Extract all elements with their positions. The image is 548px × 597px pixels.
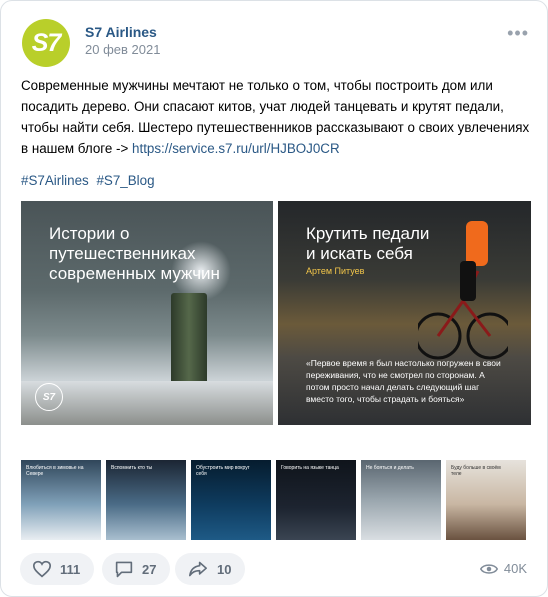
thumbnail-3[interactable]: Обустроить мир вокруг себя	[191, 460, 271, 540]
thumbnail-2-title: Вспомнить кто ты	[111, 465, 153, 471]
photo-1-title: Истории о путешественниках современных м…	[49, 224, 273, 284]
like-count: 111	[60, 561, 81, 577]
views-count: 40K	[503, 561, 527, 576]
photo-main-1[interactable]: Истории о путешественниках современных м…	[21, 201, 273, 425]
thumbnail-6-title: Буду больше в своём теле	[451, 465, 501, 477]
post-text: Современные мужчины мечтают не только о …	[21, 75, 531, 159]
more-options-icon[interactable]: •••	[507, 23, 529, 44]
photo-2-quote: «Первое время я был настолько погружен в…	[306, 358, 501, 404]
camping-stove-shape	[171, 293, 207, 393]
comment-icon	[115, 561, 133, 578]
thumbnail-1[interactable]: Влюбиться в зимовье на Севере	[21, 460, 101, 540]
thumbnail-4[interactable]: Говорить на языке танца	[276, 460, 356, 540]
share-count: 10	[217, 561, 232, 577]
thumbnail-5[interactable]: Не бояться и делать	[361, 460, 441, 540]
s7-logo-icon: S7	[35, 383, 63, 411]
author-avatar[interactable]: S7	[22, 19, 70, 67]
eye-icon	[479, 563, 498, 574]
photo-2-title-line1: Крутить педали	[306, 224, 430, 243]
thumbnail-4-title: Говорить на языке танца	[281, 465, 339, 471]
post-card: S7 S7 Airlines 20 фев 2021 ••• Современн…	[0, 0, 548, 597]
avatar-logo-text: S7	[31, 28, 62, 57]
photo-1-title-line1: Истории о путешественниках	[49, 224, 196, 263]
photo-1-title-line2: современных мужчин	[49, 264, 220, 283]
thumbnail-5-title: Не бояться и делать	[366, 465, 414, 471]
hashtags: #S7Airlines #S7_Blog	[21, 173, 159, 188]
like-button[interactable]: 111	[20, 553, 95, 585]
post-date[interactable]: 20 фев 2021	[85, 42, 160, 57]
hashtag-s7airlines[interactable]: #S7Airlines	[21, 173, 89, 188]
thumbnail-2[interactable]: Вспомнить кто ты	[106, 460, 186, 540]
comment-button[interactable]: 27	[102, 553, 171, 585]
comment-count: 27	[142, 561, 157, 577]
post-link[interactable]: https://service.s7.ru/url/HJBOJ0CR	[132, 141, 340, 156]
photo-2-title: Крутить педали и искать себя	[306, 224, 429, 264]
share-button[interactable]: 10	[175, 553, 246, 585]
photo-main-2[interactable]: Крутить педали и искать себя Артем Питуе…	[278, 201, 531, 425]
photo-2-title-line2: и искать себя	[306, 244, 413, 263]
photo-2-author: Артем Питуев	[306, 266, 365, 276]
author-name[interactable]: S7 Airlines	[85, 24, 157, 40]
thumbnail-3-title: Обустроить мир вокруг себя	[196, 465, 250, 477]
thumbnail-1-title: Влюбиться в зимовье на Севере	[26, 465, 84, 477]
cyclist-figure	[418, 221, 508, 360]
hashtag-s7-blog[interactable]: #S7_Blog	[96, 173, 154, 188]
views-counter: 40K	[479, 561, 527, 576]
thumbnail-6[interactable]: Буду больше в своём теле	[446, 460, 526, 540]
share-icon	[189, 561, 207, 577]
heart-icon	[32, 560, 52, 578]
